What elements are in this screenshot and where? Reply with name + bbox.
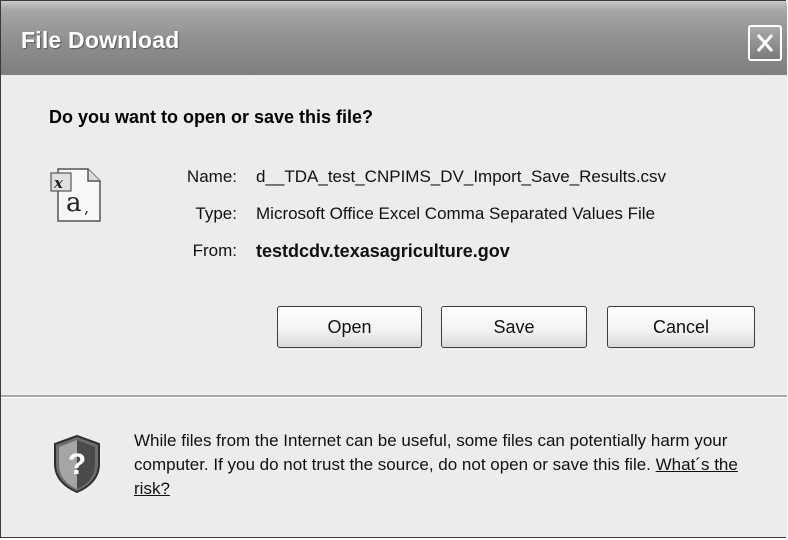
- security-warning-text: While files from the Internet can be use…: [134, 429, 774, 501]
- from-label: From:: [192, 241, 237, 260]
- svg-text:,: ,: [84, 198, 89, 217]
- cancel-button[interactable]: Cancel: [607, 306, 755, 348]
- source-host-value: testdcdv.texasagriculture.gov: [256, 241, 510, 261]
- window-title: File Download: [21, 27, 180, 53]
- name-label: Name:: [186, 167, 237, 186]
- svg-text:x: x: [53, 174, 64, 192]
- title-bar[interactable]: File Download: [1, 1, 787, 75]
- close-button[interactable]: [748, 25, 782, 61]
- security-shield-icon: ?: [51, 434, 103, 494]
- save-button[interactable]: Save: [441, 306, 587, 348]
- csv-file-icon: x a ,: [48, 165, 108, 225]
- file-name-value: d__TDA_test_CNPIMS_DV_Import_Save_Result…: [256, 167, 667, 186]
- open-button[interactable]: Open: [277, 306, 422, 348]
- svg-text:a: a: [66, 188, 82, 218]
- dialog-question: Do you want to open or save this file?: [49, 107, 374, 127]
- file-download-dialog: File Download Do you want to open or sav…: [0, 0, 787, 538]
- close-icon: [756, 34, 774, 52]
- warning-message: While files from the Internet can be use…: [134, 431, 728, 474]
- file-type-value: Microsoft Office Excel Comma Separated V…: [256, 204, 656, 223]
- svg-text:?: ?: [68, 448, 86, 481]
- type-label: Type:: [195, 204, 237, 223]
